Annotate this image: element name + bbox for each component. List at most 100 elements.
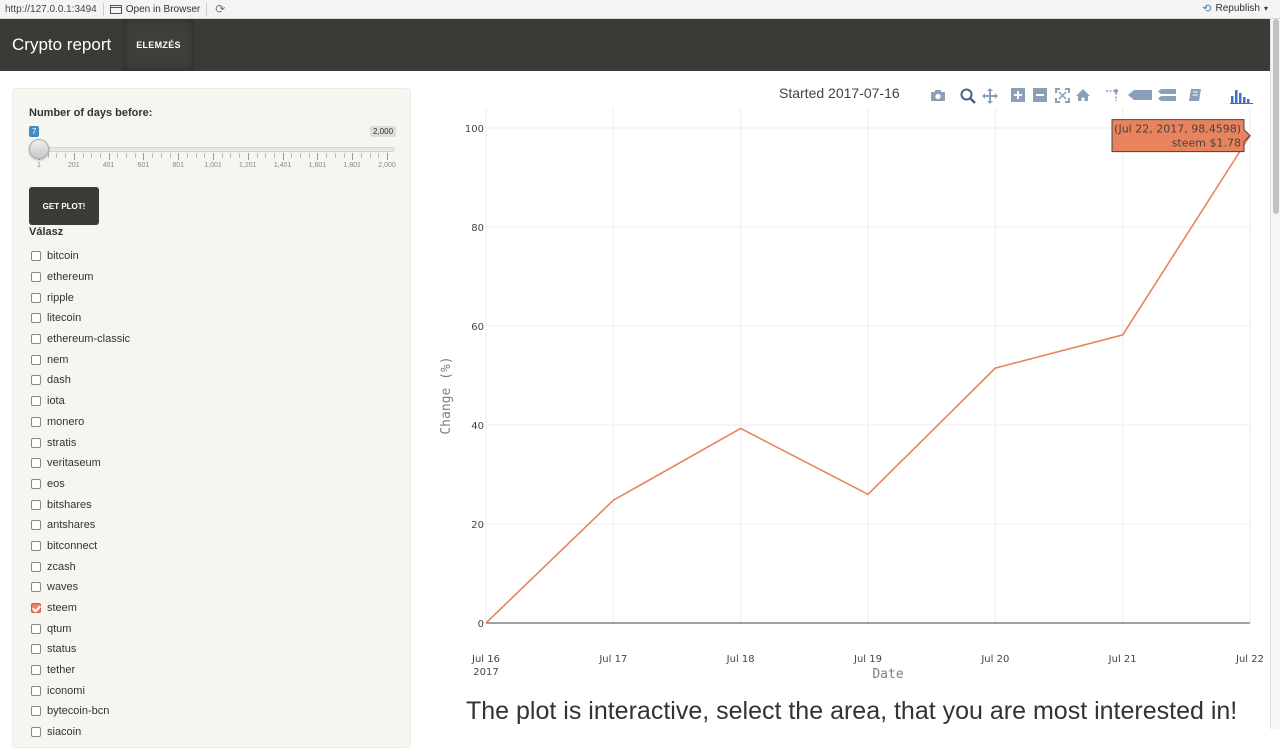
checkbox[interactable] (31, 334, 41, 344)
coin-label: ethereum-classic (47, 333, 130, 345)
slider-tick (56, 153, 57, 158)
coin-checkbox-ripple[interactable]: ripple (31, 287, 331, 308)
coin-checkbox-stratis[interactable]: stratis (31, 432, 331, 453)
checkbox[interactable] (31, 355, 41, 365)
checkbox[interactable] (31, 686, 41, 696)
slider-tick (239, 153, 240, 158)
slider-tick (291, 153, 292, 158)
coin-checkbox-bitshares[interactable]: bitshares (31, 494, 331, 515)
slider-tick (222, 153, 223, 158)
y-tick-label: 0 (478, 619, 484, 630)
checkbox[interactable] (31, 293, 41, 303)
coin-checkbox-waves[interactable]: waves (31, 577, 331, 598)
coin-checkbox-status[interactable]: status (31, 639, 331, 660)
checkbox[interactable] (31, 313, 41, 323)
coin-checkbox-iconomi[interactable]: iconomi (31, 680, 331, 701)
coin-checkbox-zcash[interactable]: zcash (31, 556, 331, 577)
coin-label: status (47, 643, 76, 655)
coin-checkbox-steem[interactable]: steem (31, 598, 331, 619)
checkbox[interactable] (31, 562, 41, 572)
slider-tick (65, 153, 66, 158)
days-slider-handle[interactable] (29, 139, 49, 159)
y-axis-title: Change (%) (439, 356, 454, 434)
coin-checkbox-iota[interactable]: iota (31, 391, 331, 412)
coin-label: antshares (47, 519, 95, 531)
coin-checkbox-nem[interactable]: nem (31, 349, 331, 370)
coin-checkbox-bitconnect[interactable]: bitconnect (31, 536, 331, 557)
tab-elemzes[interactable]: ELEMZÉS (123, 19, 194, 71)
y-tick-label: 100 (465, 124, 484, 135)
checkbox[interactable] (31, 396, 41, 406)
checkbox-checked[interactable] (31, 603, 41, 613)
plotly-chart[interactable]: Started 2017-07-16 (432, 80, 1262, 690)
chevron-down-icon: ▾ (1264, 4, 1268, 13)
checkbox[interactable] (31, 520, 41, 530)
open-in-browser-icon (110, 4, 122, 14)
coin-label: eos (47, 478, 65, 490)
coin-checkbox-bitcoin[interactable]: bitcoin (31, 246, 331, 267)
coin-checkbox-list: bitcoin ethereum ripple litecoin ethereum-cl… (31, 246, 331, 743)
refresh-icon[interactable]: ⟳ (215, 2, 225, 16)
slider-tick (74, 153, 75, 160)
slider-tick (170, 153, 171, 158)
open-in-browser-label: Open in Browser (126, 4, 200, 15)
checkbox[interactable] (31, 500, 41, 510)
chart-svg[interactable]: 020406080100Jul 162017Jul 17Jul 18Jul 19… (432, 80, 1262, 690)
checkbox[interactable] (31, 624, 41, 634)
coin-checkbox-dash[interactable]: dash (31, 370, 331, 391)
slider-value-badge: 7 (29, 126, 39, 137)
checkbox[interactable] (31, 706, 41, 716)
y-tick-label: 60 (471, 322, 484, 333)
checkbox[interactable] (31, 272, 41, 282)
checkbox[interactable] (31, 541, 41, 551)
slider-tick-label: 1,601 (309, 162, 327, 169)
slider-tick (352, 153, 353, 160)
checkbox[interactable] (31, 644, 41, 654)
coin-label: litecoin (47, 312, 81, 324)
coin-checkbox-ethereum[interactable]: ethereum (31, 267, 331, 288)
checkbox[interactable] (31, 458, 41, 468)
checkbox[interactable] (31, 417, 41, 427)
coin-checkbox-qtum[interactable]: qtum (31, 618, 331, 639)
app-brand[interactable]: Crypto report (12, 35, 111, 55)
slider-tick-label: 1 (37, 162, 41, 169)
coin-checkbox-siacoin[interactable]: siacoin (31, 722, 331, 743)
coin-checkbox-veritaseum[interactable]: veritaseum (31, 453, 331, 474)
scrollbar-thumb[interactable] (1273, 19, 1279, 214)
viewer-toolbar: http://127.0.0.1:3494 Open in Browser ⟳ … (0, 0, 1280, 19)
republish-button[interactable]: ⟲ Republish ▾ (1202, 2, 1268, 15)
days-slider-track[interactable] (39, 147, 395, 152)
hover-label-line2: steem $1.78 (1172, 137, 1241, 150)
open-in-browser-button[interactable]: Open in Browser (110, 4, 200, 15)
coin-checkbox-monero[interactable]: monero (31, 412, 331, 433)
checkbox[interactable] (31, 375, 41, 385)
slider-tick (91, 153, 92, 158)
coin-checkbox-litecoin[interactable]: litecoin (31, 308, 331, 329)
coin-checkbox-antshares[interactable]: antshares (31, 515, 331, 536)
coin-label: siacoin (47, 726, 81, 738)
coin-label: iota (47, 395, 65, 407)
checkbox[interactable] (31, 479, 41, 489)
slider-tick (326, 153, 327, 158)
slider-tick (48, 153, 49, 158)
coin-checkbox-ethereum-classic[interactable]: ethereum-classic (31, 329, 331, 350)
slider-tick (300, 153, 301, 158)
checkbox[interactable] (31, 582, 41, 592)
coin-label: zcash (47, 561, 76, 573)
slider-tick (257, 153, 258, 158)
slider-max-badge: 2,000 (370, 126, 396, 137)
slider-tick-label: 601 (138, 162, 150, 169)
get-plot-button[interactable]: GET PLOT! (29, 187, 99, 225)
checkbox[interactable] (31, 438, 41, 448)
coin-checkbox-bytecoin-bcn[interactable]: bytecoin-bcn (31, 701, 331, 722)
coin-label: iconomi (47, 685, 85, 697)
coin-checkbox-tether[interactable]: tether (31, 660, 331, 681)
slider-tick-label: 401 (103, 162, 115, 169)
checkbox[interactable] (31, 251, 41, 261)
coin-label: ethereum (47, 271, 93, 283)
coin-checkbox-eos[interactable]: eos (31, 474, 331, 495)
checkbox[interactable] (31, 665, 41, 675)
slider-tick-label: 801 (172, 162, 184, 169)
page-scrollbar[interactable] (1270, 19, 1280, 729)
slider-tick (178, 153, 179, 160)
